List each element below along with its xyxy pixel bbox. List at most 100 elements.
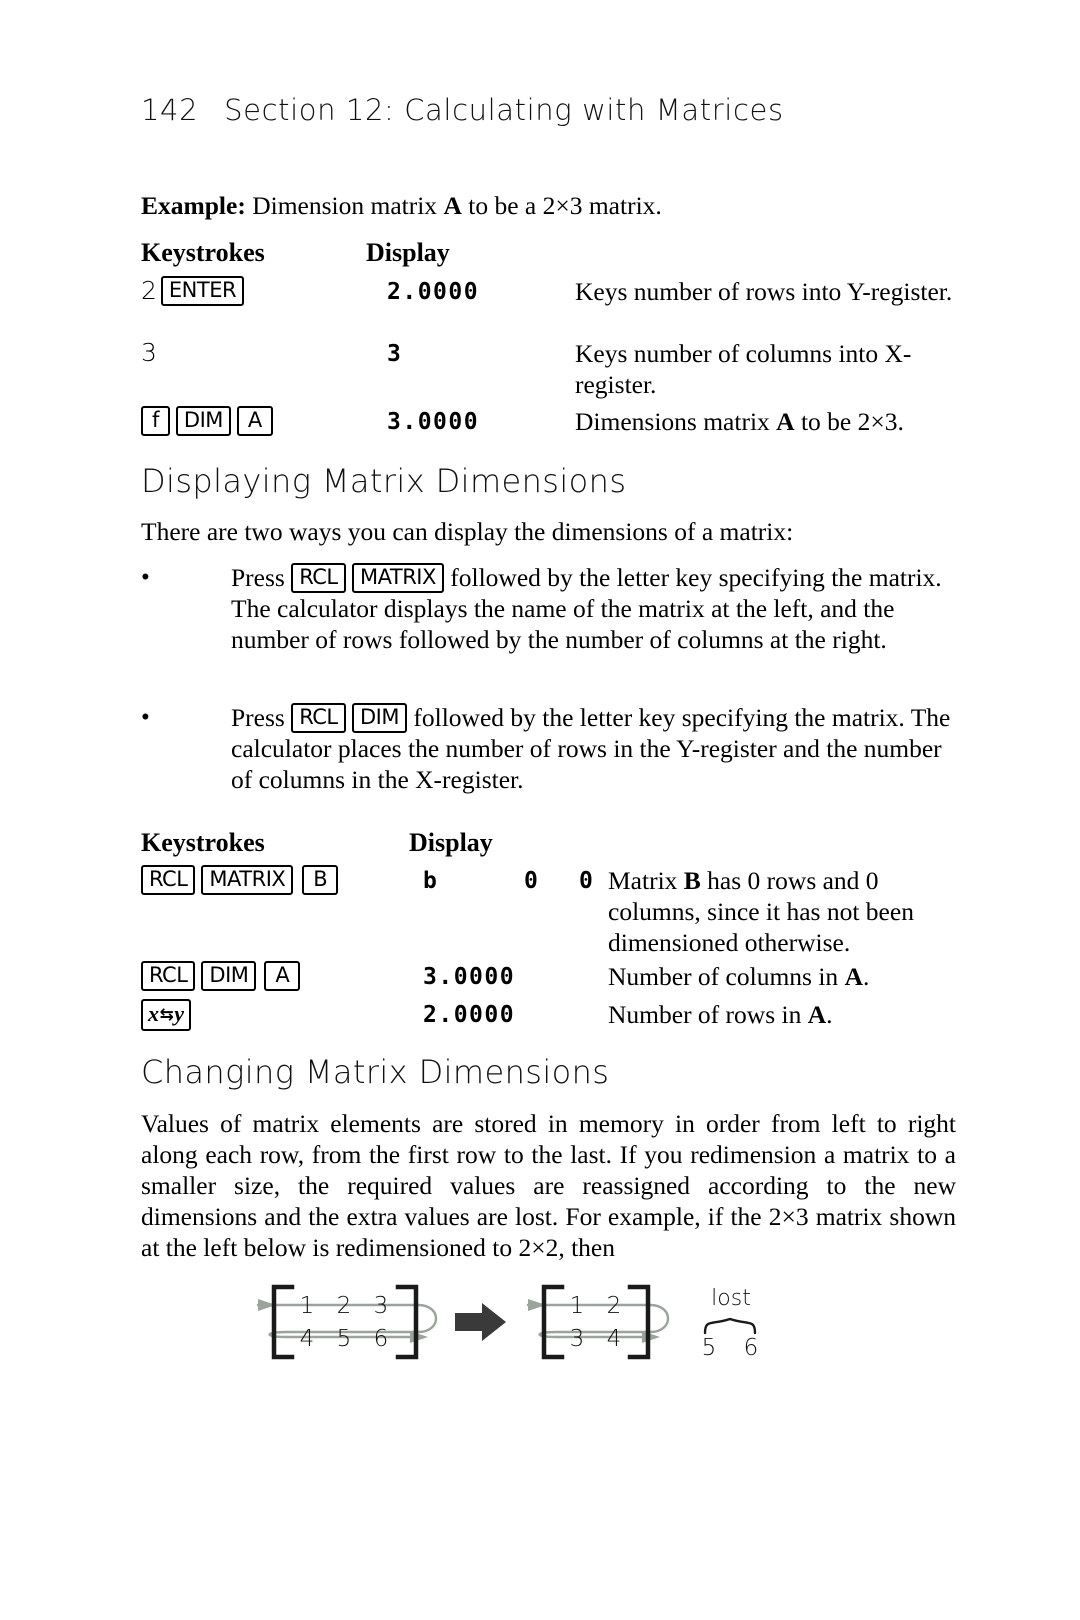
key-dim[interactable]: DIM xyxy=(201,961,257,991)
keystroke-digit: 2 xyxy=(141,276,157,305)
note-matrix-name: B xyxy=(683,866,701,895)
key-swap-x: x xyxy=(148,1001,159,1026)
table1-row3-note: Dimensions matrix A to be 2×3. xyxy=(575,406,975,437)
bullet-1-text: Press RCL MATRIX followed by the letter … xyxy=(231,562,951,655)
lost-brace-icon xyxy=(703,1317,757,1335)
swap-arrows-icon: ⇆ xyxy=(159,1005,174,1025)
figure-svg: 1 2 3 4 5 6 1 2 3 4 lost 5 6 xyxy=(256,1284,759,1361)
table-row: RCL DIM A 3.0000 Number of columns in A. xyxy=(141,959,956,997)
key-a[interactable]: A xyxy=(236,406,273,436)
table-row: f DIM A 3.0000 Dimensions matrix A to be 2… xyxy=(141,404,956,444)
cell-2-3: 6 xyxy=(374,1326,389,1352)
table2-row3-keys: x⇆y xyxy=(141,999,191,1031)
table2-row1-display-rows: 0 xyxy=(524,868,540,894)
key-matrix[interactable]: MATRIX xyxy=(201,865,294,895)
table1-col-keystrokes: Keystrokes xyxy=(141,238,265,267)
bullet-1-pre: Press xyxy=(231,563,292,592)
note-pre: Number of columns in xyxy=(608,962,845,991)
table-row: 3 3 Keys number of columns into X-regist… xyxy=(141,336,956,404)
bullet-marker: • xyxy=(141,704,150,731)
matrix-after-values: 1 2 3 4 xyxy=(570,1293,622,1352)
lost-values: 5 6 xyxy=(702,1335,759,1361)
bracket-right-close xyxy=(627,1284,651,1360)
section-heading-displaying: Displaying Matrix Dimensions xyxy=(141,462,627,500)
lost-value-2: 6 xyxy=(744,1335,759,1361)
key-rcl[interactable]: RCL xyxy=(291,563,346,593)
key-dim[interactable]: DIM xyxy=(352,703,407,733)
cell-1-1: 1 xyxy=(300,1293,315,1319)
note-matrix-name: A xyxy=(807,1000,827,1029)
bracket-left-close xyxy=(395,1284,419,1360)
cell-2-2: 5 xyxy=(337,1326,352,1352)
table2-row3-display: 2.0000 xyxy=(423,1002,516,1028)
table1-row1-keys: 2 ENTER xyxy=(141,276,245,306)
table2-row1-display-name: b xyxy=(423,868,439,894)
matrix-before-values: 1 2 3 4 5 6 xyxy=(300,1293,389,1352)
right-arrow-icon xyxy=(455,1303,506,1341)
page-number: 142 xyxy=(141,93,199,127)
note-matrix-name: A xyxy=(844,962,863,991)
table1-col-display: Display xyxy=(366,238,450,267)
table2-row1-note: Matrix B has 0 rows and 0 columns, since… xyxy=(608,865,968,958)
cell-2-1: 4 xyxy=(300,1326,315,1352)
note-post: . xyxy=(826,1000,833,1029)
key-rcl[interactable]: RCL xyxy=(141,865,196,895)
bullet-2-pre: Press xyxy=(231,703,292,732)
key-dim[interactable]: DIM xyxy=(175,406,231,436)
key-enter[interactable]: ENTER xyxy=(160,276,245,306)
table1-row2-note: Keys number of columns into X-register. xyxy=(575,339,912,399)
key-rcl[interactable]: RCL xyxy=(141,961,196,991)
bullet-list: • Press RCL MATRIX followed by the lette… xyxy=(141,562,951,795)
keystroke-table-1: Keystrokes Display 2 ENTER 2.0000 Keys nu… xyxy=(141,238,956,444)
example-matrix-name: A xyxy=(443,191,462,220)
example-line: Example: Dimension matrix A to be a 2×3 … xyxy=(141,190,951,221)
lost-value-1: 5 xyxy=(702,1335,717,1361)
running-header: 142 Section 12: Calculating with Matrices xyxy=(141,93,784,127)
lost-label: lost xyxy=(711,1286,751,1311)
table2-row2-display: 3.0000 xyxy=(423,964,516,990)
keystroke-digit: 3 xyxy=(141,338,157,367)
table2-row2-keys: RCL DIM A xyxy=(141,961,301,991)
example-text-2: to be a 2×3 matrix. xyxy=(461,191,662,220)
section2-paragraph: Values of matrix elements are stored in … xyxy=(141,1109,956,1262)
table2-col-keystrokes: Keystrokes xyxy=(141,828,265,857)
note-post: to be 2×3. xyxy=(794,407,904,436)
table2-row2-note: Number of columns in A. xyxy=(608,961,968,992)
note-pre: Matrix xyxy=(608,866,684,895)
example-text-1: Dimension matrix xyxy=(245,191,444,220)
cell-1-2: 2 xyxy=(337,1293,352,1319)
table1-row1-note: Keys number of rows into Y-register. xyxy=(575,277,953,306)
note-pre: Dimensions matrix xyxy=(575,407,777,436)
table-row: RCL MATRIX B b 0 0 Matrix B has 0 rows and… xyxy=(141,862,956,959)
cell-2-1: 3 xyxy=(570,1326,585,1352)
manual-page: 142 Section 12: Calculating with Matrices… xyxy=(0,0,1080,1620)
list-item: • Press RCL DIM followed by the letter k… xyxy=(141,702,951,795)
table1-row1-display: 2.0000 xyxy=(387,279,480,305)
table1-row2-display: 3 xyxy=(387,341,403,367)
bullet-2-text: Press RCL DIM followed by the letter key… xyxy=(231,702,951,795)
note-post: . xyxy=(862,962,870,991)
cell-1-3: 3 xyxy=(374,1293,389,1319)
note-pre: Number of rows in xyxy=(608,1000,808,1029)
key-x-exchange-y[interactable]: x⇆y xyxy=(141,999,191,1031)
bracket-left-open xyxy=(271,1284,295,1360)
table2-header-row: Keystrokes Display xyxy=(141,828,956,862)
key-f[interactable]: f xyxy=(141,406,170,436)
table-row: x⇆y 2.0000 Number of rows in A. xyxy=(141,997,956,1039)
key-b[interactable]: B xyxy=(302,865,339,895)
header-title: Section 12: Calculating with Matrices xyxy=(224,93,784,127)
cell-1-2: 2 xyxy=(607,1293,622,1319)
key-matrix[interactable]: MATRIX xyxy=(352,563,444,593)
note-matrix-name: A xyxy=(776,407,795,436)
cell-1-1: 1 xyxy=(570,1293,585,1319)
table2-row1-display-cols: 0 xyxy=(579,868,595,894)
bracket-right-open xyxy=(541,1284,565,1360)
table2-row1-keys: RCL MATRIX B xyxy=(141,865,339,895)
key-swap-y: y xyxy=(174,1001,184,1026)
table2-col-display: Display xyxy=(409,828,493,857)
key-rcl[interactable]: RCL xyxy=(291,703,346,733)
list-item: • Press RCL MATRIX followed by the lette… xyxy=(141,562,951,686)
table1-header-row: Keystrokes Display xyxy=(141,238,956,272)
section-heading-changing: Changing Matrix Dimensions xyxy=(141,1053,610,1091)
key-a[interactable]: A xyxy=(264,961,301,991)
